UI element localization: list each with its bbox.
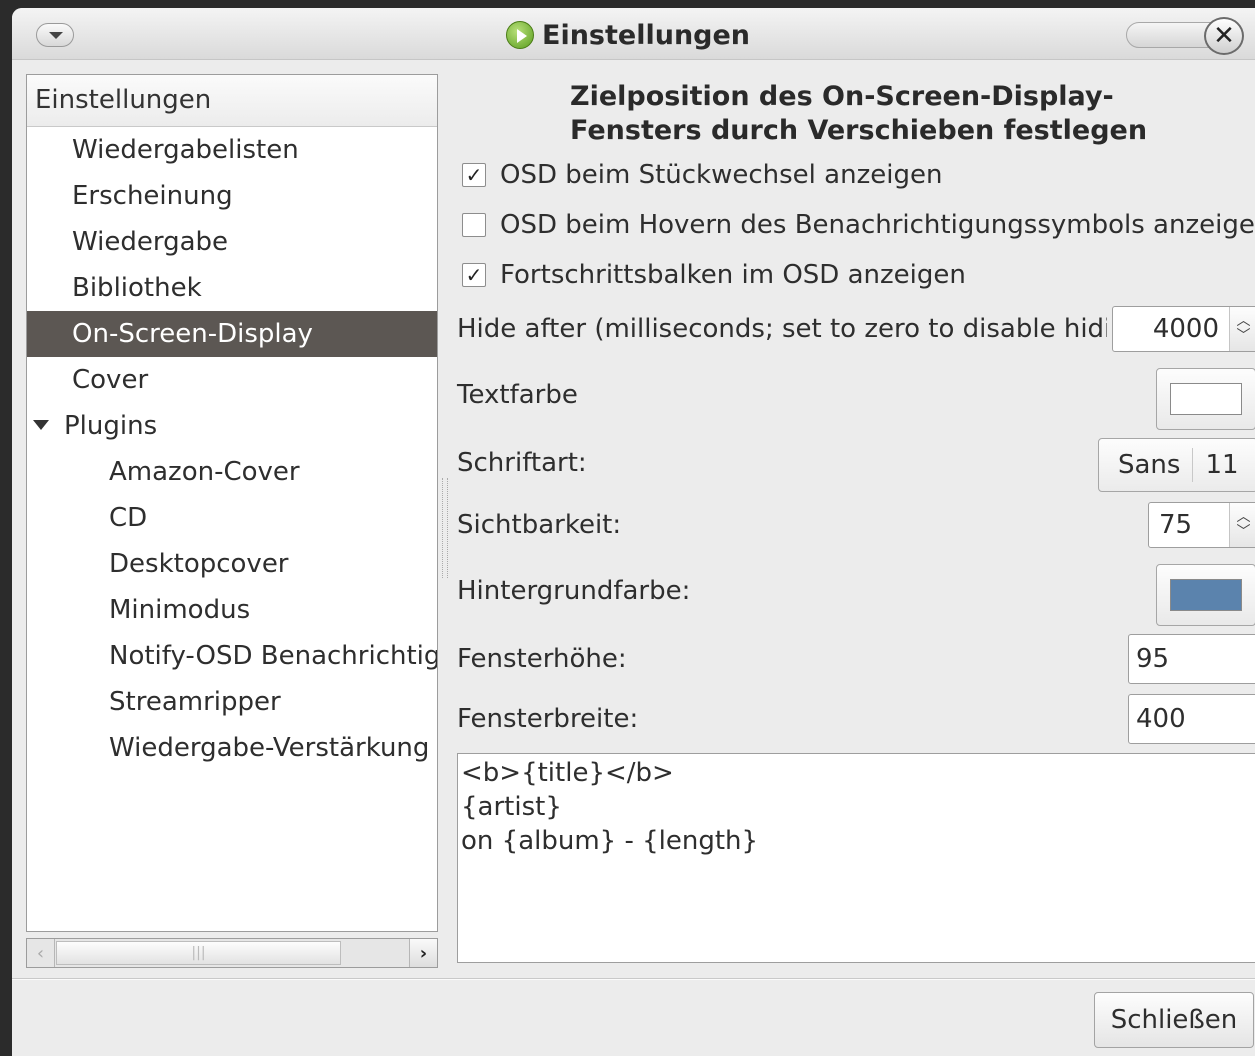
window-title-group: Einstellungen	[506, 18, 750, 52]
sidebar-item-cd[interactable]: CD	[27, 495, 437, 541]
settings-sidebar: Einstellungen Wiedergabelisten Erscheinu…	[26, 74, 438, 932]
sidebar-item-plugins[interactable]: Plugins	[27, 403, 437, 449]
sidebar-item-streamripper[interactable]: Streamripper	[27, 679, 437, 725]
window-width-label: Fensterbreite:	[457, 704, 639, 734]
pane-splitter-handle[interactable]	[442, 478, 448, 578]
bg-color-button[interactable]	[1156, 564, 1255, 626]
opacity-label: Sichtbarkeit:	[457, 510, 622, 540]
window-width-input[interactable]: 400	[1128, 694, 1255, 744]
close-button[interactable]: Schließen	[1094, 992, 1254, 1048]
play-icon	[506, 21, 534, 49]
font-size: 11	[1205, 450, 1239, 480]
expander-down-icon[interactable]	[33, 419, 49, 430]
sidebar-item-desktopcover[interactable]: Desktopcover	[27, 541, 437, 587]
text-color-label: Textfarbe	[457, 380, 578, 410]
sidebar-item-on-screen-display[interactable]: On-Screen-Display	[27, 311, 437, 357]
window-height-input[interactable]: 95	[1128, 634, 1255, 684]
osd-template-textarea[interactable]: <b>{title}</b> {artist} on {album} - {le…	[457, 753, 1255, 963]
font-label: Schriftart:	[457, 448, 587, 478]
sidebar-item-amazon-cover[interactable]: Amazon-Cover	[27, 449, 437, 495]
hide-after-label: Hide after (milliseconds; set to zero to…	[457, 314, 1107, 344]
preferences-window: Einstellungen ✕ Einstellungen Wiedergabe…	[12, 8, 1255, 1056]
sidebar-item-notify-osd[interactable]: Notify-OSD Benachrichtigung	[27, 633, 437, 679]
font-name: Sans	[1099, 448, 1194, 482]
show-progress-row[interactable]: ✓ Fortschrittsbalken im OSD anzeigen	[462, 257, 966, 293]
sidebar-item-cover[interactable]: Cover	[27, 357, 437, 403]
show-progress-checkbox[interactable]: ✓	[462, 263, 486, 287]
hide-after-spinner[interactable]: 4000 ︿ ﹀	[1112, 306, 1255, 352]
bg-color-label: Hintergrundfarbe:	[457, 576, 691, 606]
window-title: Einstellungen	[542, 19, 751, 51]
window-height-label: Fensterhöhe:	[457, 644, 627, 674]
spinner-arrows-icon[interactable]: ︿ ﹀	[1229, 307, 1255, 351]
opacity-spinner[interactable]: 75 ︿ ﹀	[1148, 502, 1255, 548]
spinner-arrows-icon[interactable]: ︿ ﹀	[1229, 503, 1255, 547]
bg-color-swatch	[1170, 579, 1242, 611]
hide-after-value[interactable]: 4000	[1153, 314, 1219, 344]
sidebar-header[interactable]: Einstellungen	[27, 75, 437, 127]
scrollbar-thumb[interactable]: |||	[56, 941, 341, 965]
sidebar-item-wiedergabelisten[interactable]: Wiedergabelisten	[27, 127, 437, 173]
close-button-label: Schließen	[1110, 1005, 1238, 1035]
scroll-right-icon[interactable]: ›	[409, 939, 437, 967]
sidebar-horizontal-scrollbar[interactable]: ‹ ||| ›	[26, 938, 438, 968]
show-on-track-change-row[interactable]: ✓ OSD beim Stückwechsel anzeigen	[462, 157, 942, 193]
sidebar-item-minimodus[interactable]: Minimodus	[27, 587, 437, 633]
sidebar-item-wiedergabe[interactable]: Wiedergabe	[27, 219, 437, 265]
sidebar-item-bibliothek[interactable]: Bibliothek	[27, 265, 437, 311]
sidebar-item-erscheinung[interactable]: Erscheinung	[27, 173, 437, 219]
sidebar-item-label: Plugins	[64, 411, 158, 441]
show-on-track-change-label[interactable]: OSD beim Stückwechsel anzeigen	[500, 160, 942, 190]
show-on-tray-hover-row[interactable]: OSD beim Hovern des Benachrichtigungssym…	[462, 207, 1255, 243]
font-button[interactable]: Sans 11	[1098, 438, 1255, 492]
osd-position-hint: Zielposition des On-Screen-Display-Fenst…	[570, 81, 1148, 146]
show-on-track-change-checkbox[interactable]: ✓	[462, 163, 486, 187]
show-progress-label[interactable]: Fortschrittsbalken im OSD anzeigen	[500, 260, 966, 290]
text-color-button[interactable]	[1156, 368, 1255, 430]
scroll-left-icon[interactable]: ‹	[27, 939, 55, 967]
title-bar[interactable]: Einstellungen ✕	[12, 8, 1255, 60]
opacity-value[interactable]: 75	[1159, 510, 1192, 540]
window-menu-chevron-icon[interactable]	[36, 23, 74, 47]
show-on-tray-hover-label[interactable]: OSD beim Hovern des Benachrichtigungssym…	[500, 210, 1255, 240]
show-on-tray-hover-checkbox[interactable]	[462, 213, 486, 237]
footer-separator	[12, 978, 1255, 980]
sidebar-item-wiedergabe-verstaerkung[interactable]: Wiedergabe-Verstärkung	[27, 725, 437, 771]
close-icon[interactable]: ✕	[1204, 17, 1244, 55]
text-color-swatch	[1170, 383, 1242, 415]
